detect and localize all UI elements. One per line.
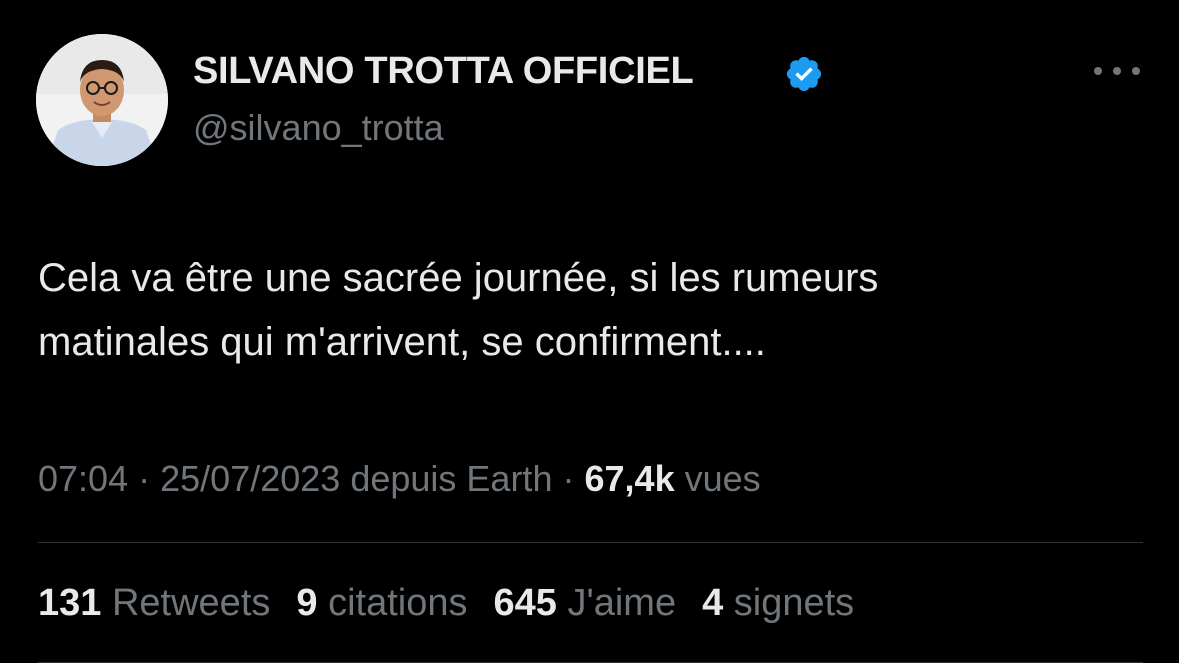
profile-photo-icon: [36, 34, 168, 166]
retweets-label: Retweets: [111, 582, 271, 624]
likes-stat[interactable]: 645 J'aime: [493, 582, 676, 625]
retweets-stat[interactable]: 131 Retweets: [38, 582, 270, 625]
bookmarks-stat[interactable]: 4 signets: [702, 582, 854, 625]
separator: ·: [562, 458, 575, 499]
author-handle[interactable]: @silvano_trotta: [193, 107, 444, 149]
dot: [1113, 67, 1121, 75]
likes-count: 645: [493, 582, 557, 624]
separator: ·: [138, 458, 151, 499]
quotes-label: citations: [328, 582, 468, 624]
verified-badge-icon[interactable]: [784, 54, 824, 94]
tweet-date[interactable]: 25/07/2023: [160, 458, 340, 499]
bookmarks-count: 4: [702, 582, 724, 624]
quotes-count: 9: [296, 582, 318, 624]
tweet-source: depuis Earth: [350, 458, 553, 499]
likes-label: J'aime: [567, 582, 677, 624]
tweet-time[interactable]: 07:04: [38, 458, 128, 499]
tweet-text: Cela va être une sacrée journée, si les …: [38, 246, 1148, 374]
views-label[interactable]: vues: [685, 458, 761, 499]
dot: [1094, 67, 1102, 75]
divider: [38, 542, 1143, 543]
bookmarks-label: signets: [733, 582, 855, 624]
more-options-icon[interactable]: [1094, 64, 1140, 78]
quotes-stat[interactable]: 9 citations: [296, 582, 467, 625]
avatar[interactable]: [36, 34, 168, 166]
retweets-count: 131: [38, 582, 102, 624]
views-count[interactable]: 67,4k: [585, 458, 675, 499]
tweet-text-line: Cela va être une sacrée journée, si les …: [38, 256, 879, 300]
dot: [1132, 67, 1140, 75]
engagement-stats: 131 Retweets 9 citations 645 J'aime 4 si…: [38, 582, 854, 625]
tweet-metadata: 07:04 · 25/07/2023 depuis Earth · 67,4k …: [38, 458, 761, 500]
tweet-text-line: matinales qui m'arrivent, se confirment.…: [38, 320, 766, 364]
author-display-name[interactable]: SILVANO TROTTA OFFICIEL: [193, 50, 694, 93]
